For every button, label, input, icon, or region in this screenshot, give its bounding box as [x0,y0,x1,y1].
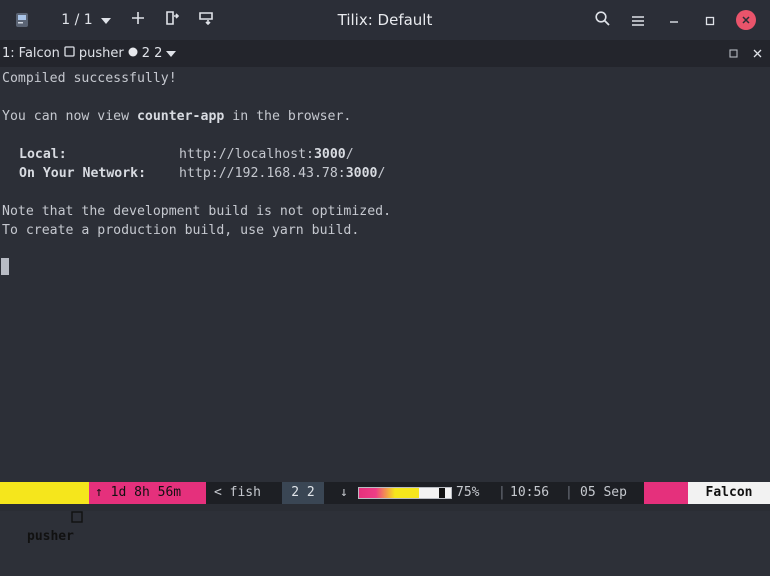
note-line-1: Note that the development build is not o… [2,204,392,219]
network-url-prefix: http://192.168.43.78: [179,166,346,181]
status-separator: | [498,485,506,500]
close-pane-icon[interactable] [750,47,764,61]
window-icon [64,46,75,61]
status-user-segment [644,482,688,504]
session-counter: 1 / 1 [61,12,93,28]
status-download: ↓ [340,485,348,500]
search-button[interactable] [586,6,618,34]
battery-gauge-end [439,488,445,498]
title-bar: 1 / 1 Tilix: Default [0,0,770,40]
hamburger-menu-icon [632,11,644,30]
status-uptime: ↑ 1d 8h 56m [89,482,206,504]
terminal-title-button[interactable]: 1: Falcon pusher 2 2 [0,46,180,61]
session-counts: 2 2 [141,46,163,61]
terminal-output[interactable]: Compiled successfully! You can now view … [0,67,770,482]
close-button[interactable] [730,6,762,34]
chevron-down-icon [166,46,177,61]
window-bottom-edge [0,504,770,511]
battery-gauge-fill [359,488,419,498]
status-date: 05 Sep [580,485,627,500]
terminal-titlebar: 1: Falcon pusher 2 2 [0,40,770,67]
status-panes: 2 2 [282,482,324,504]
session-name: pusher [78,46,124,61]
chevron-down-icon [100,12,111,28]
battery-gauge [358,487,452,499]
close-icon [736,10,756,30]
session-number: 1: [2,46,15,61]
split-down-icon [199,11,213,29]
network-label: On Your Network: [19,166,147,181]
minimize-button[interactable] [658,6,690,34]
note-line-2: To create a production build, use yarn b… [2,223,360,238]
maximize-button[interactable] [694,6,726,34]
local-url-suffix: / [345,147,354,162]
split-down-button[interactable] [192,6,220,34]
session-host: Falcon [18,46,60,61]
status-time: 10:56 [510,485,550,500]
add-terminal-button[interactable] [124,6,152,34]
compiled-line: Compiled successfully! [2,71,177,86]
maximize-icon [705,11,715,30]
local-port: 3000 [313,147,346,162]
network-port: 3000 [345,166,378,181]
status-session-segment: pusher [0,482,89,544]
view-text-end: in the browser. [224,109,352,124]
view-text: You can now view [2,109,137,124]
status-battery-percent: 75% [456,485,480,500]
split-right-button[interactable] [158,6,186,34]
status-window: < fish [214,485,261,500]
add-icon [132,12,144,28]
dot-icon [128,46,138,61]
view-line: You can now view counter-app in the brow… [2,107,351,126]
tmux-status-bar: pusher ↑ 1d 8h 56m < fish 2 2 ↓ 75% | 10… [0,482,770,544]
terminal-app-icon[interactable] [10,8,34,32]
status-session-name: pusher [27,529,74,544]
session-switcher-button[interactable]: 1 / 1 [56,6,116,34]
local-url-prefix: http://localhost: [179,147,314,162]
app-name: counter-app [136,109,225,124]
local-label: Local: [19,147,67,162]
network-url-suffix: / [377,166,386,181]
split-right-icon [165,11,180,29]
maximize-pane-icon[interactable] [726,47,740,61]
search-icon [594,10,610,30]
minimize-icon [669,11,679,30]
local-line: Local: http://localhost:3000/ [19,145,354,164]
tilix-window: 1 / 1 Tilix: Default 1: Falcon pusher 2 … [0,0,770,544]
status-host: Falcon [688,482,770,504]
terminal-cursor [1,258,9,275]
status-separator: | [565,485,573,500]
network-line: On Your Network: http://192.168.43.78:300… [19,164,385,183]
menu-button[interactable] [622,6,654,34]
